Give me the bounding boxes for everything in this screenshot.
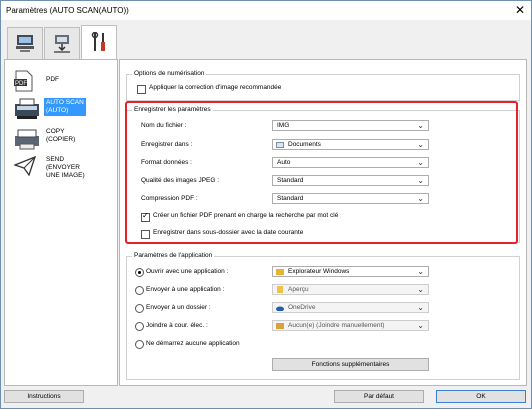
chevron-down-icon: ⌄	[417, 267, 424, 276]
group-legend: Paramètres de l'application	[132, 252, 215, 259]
open-with-app-value: Explorateur Windows	[288, 268, 350, 275]
send-to-folder-label: Envoyer à un dossier :	[146, 304, 211, 311]
tab-general-settings[interactable]	[81, 25, 117, 61]
preview-app-icon	[277, 286, 283, 293]
nav-item-label: AUTO SCAN (AUTO)	[44, 98, 86, 116]
scan-to-pc-icon	[54, 35, 70, 53]
attach-email-value: Aucun(e) (Joindre manuellement)	[288, 322, 385, 329]
apply-correction-checkbox[interactable]	[137, 85, 146, 94]
no-app-label: Ne démarrez aucune application	[146, 340, 240, 347]
nav-item-label: COPY (COPIER)	[46, 128, 76, 143]
send-to-folder-value: OneDrive	[288, 304, 316, 311]
send-to-folder-select[interactable]: OneDrive ⌄	[272, 302, 429, 313]
chevron-down-icon: ⌄	[417, 303, 424, 312]
nav-item-label: SEND (ENVOYER UNE IMAGE)	[46, 156, 85, 179]
send-to-app-label: Envoyer à une application :	[146, 286, 225, 293]
footer-bar: Instructions Par défaut OK	[1, 387, 531, 408]
onedrive-icon	[276, 306, 284, 311]
group-legend: Options de numérisation	[132, 70, 207, 77]
more-functions-button[interactable]: Fonctions supplémentaires	[272, 358, 429, 371]
tab-bar	[1, 20, 531, 61]
attach-email-label: Joindre à cour. élec. :	[146, 322, 208, 329]
chevron-down-icon: ⌄	[417, 321, 424, 330]
send-to-app-value: Aperçu	[288, 286, 309, 293]
nav-item-label-text: AUTO SCAN (AUTO)	[46, 99, 84, 114]
app-settings-group: Paramètres de l'application Ouvrir avec …	[126, 252, 520, 380]
auto-scan-icon	[15, 98, 39, 119]
chevron-down-icon: ⌄	[417, 285, 424, 294]
open-with-app-radio[interactable]	[135, 268, 144, 277]
highlight-box	[125, 101, 518, 244]
title-bar: Paramètres (AUTO SCAN(AUTO)) ✕	[1, 1, 531, 20]
computer-scanner-icon	[16, 35, 34, 52]
tools-icon	[91, 32, 105, 51]
folder-icon	[276, 269, 284, 275]
send-icon	[14, 156, 36, 176]
svg-text:PDF: PDF	[15, 81, 27, 87]
send-to-folder-radio[interactable]	[135, 304, 144, 313]
default-button[interactable]: Par défaut	[334, 390, 424, 403]
no-app-radio[interactable]	[135, 340, 144, 349]
ok-button[interactable]: OK	[436, 390, 526, 403]
copy-icon	[15, 129, 39, 150]
send-to-app-radio[interactable]	[135, 286, 144, 295]
open-with-app-select[interactable]: Explorateur Windows ⌄	[272, 266, 429, 277]
mail-icon	[276, 323, 284, 329]
nav-item-label: PDF	[46, 76, 59, 83]
tab-scan-from-computer[interactable]	[7, 27, 43, 60]
settings-window: Paramètres (AUTO SCAN(AUTO)) ✕ PDF PDF A…	[0, 0, 532, 409]
attach-email-radio[interactable]	[135, 322, 144, 331]
open-with-app-label: Ouvrir avec une application :	[146, 268, 229, 275]
scan-type-list: PDF PDF AUTO SCAN (AUTO) COPY (COPIER) S…	[4, 59, 118, 386]
instructions-button[interactable]: Instructions	[4, 390, 84, 403]
scan-options-group: Options de numérisation Appliquer la cor…	[126, 70, 520, 101]
tab-scan-from-panel[interactable]	[44, 27, 80, 60]
nav-item-auto-scan[interactable]: AUTO SCAN (AUTO)	[8, 94, 114, 128]
send-to-app-select[interactable]: Aperçu ⌄	[272, 284, 429, 295]
apply-correction-label: Appliquer la correction d'image recomman…	[149, 84, 282, 91]
nav-item-send[interactable]: SEND (ENVOYER UNE IMAGE)	[8, 152, 114, 186]
window-title: Paramètres (AUTO SCAN(AUTO))	[6, 6, 129, 15]
attach-email-select[interactable]: Aucun(e) (Joindre manuellement) ⌄	[272, 320, 429, 331]
pdf-icon: PDF	[14, 70, 33, 92]
close-icon[interactable]: ✕	[515, 4, 525, 16]
